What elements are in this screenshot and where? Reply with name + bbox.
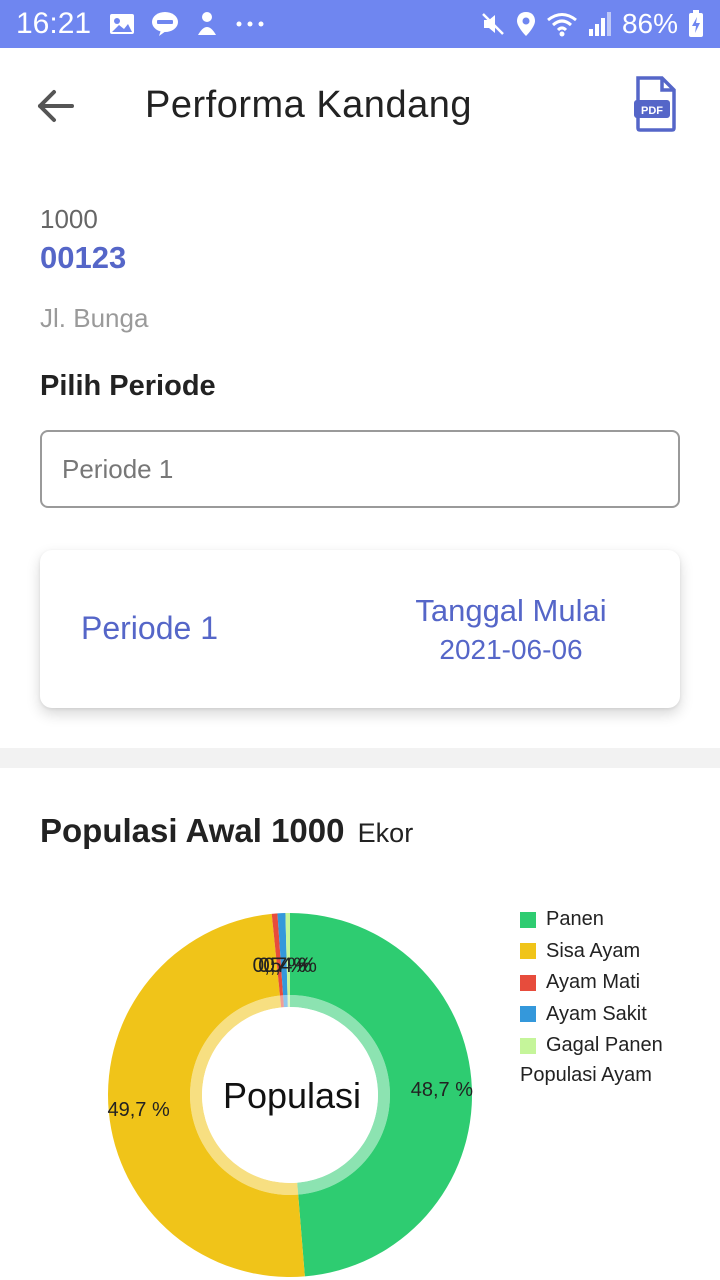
farm-id: 00123 (40, 240, 127, 275)
legend-item[interactable]: Panen (520, 904, 663, 936)
legend-swatch (520, 1037, 536, 1054)
population-count: 1000 (271, 812, 345, 849)
period-select[interactable]: Periode 1 (40, 430, 680, 508)
legend-label: Ayam Sakit (546, 1002, 647, 1025)
legend-label: Sisa Ayam (546, 939, 641, 962)
population-title-prefix: Populasi Awal (40, 812, 262, 849)
farm-code: 1000 (40, 204, 98, 234)
legend-item[interactable]: Ayam Mati (520, 967, 663, 999)
signal-icon (588, 12, 611, 36)
donut-center-label: Populasi (223, 1075, 361, 1116)
period-select-value: Periode 1 (62, 453, 174, 484)
status-right-icons: 86% (480, 8, 704, 40)
start-date-value: 2021-06-06 (439, 634, 583, 665)
legend-swatch (520, 1006, 536, 1023)
legend-label: Gagal Panen (546, 1034, 663, 1057)
wifi-icon (547, 13, 577, 37)
legend-label: Ayam Mati (546, 971, 641, 994)
legend-item[interactable]: Ayam Sakit (520, 999, 663, 1031)
legend-swatch (520, 974, 536, 991)
back-button[interactable] (30, 80, 82, 132)
pdf-file-icon: PDF (634, 76, 676, 132)
arrow-left-icon (38, 90, 74, 122)
period-card-name: Periode 1 (81, 610, 218, 646)
pie-value-label-panen: 48,7 % (411, 1079, 473, 1101)
status-bar: 16:21 86% (0, 0, 720, 48)
line-app-icon (152, 12, 179, 36)
status-time: 16:21 (16, 7, 92, 40)
farm-address: Jl. Bunga (40, 303, 149, 333)
page-title: Performa Kandang (145, 84, 472, 126)
legend-swatch (520, 911, 536, 928)
battery-icon (689, 10, 703, 37)
more-icon (236, 21, 264, 27)
section-divider (0, 748, 720, 768)
population-unit: Ekor (357, 818, 414, 848)
pie-slice-ring-gagal-panen (287, 995, 290, 1008)
period-select-label: Pilih Periode (40, 370, 216, 402)
export-pdf-button[interactable]: PDF (632, 76, 680, 132)
population-title: Populasi Awal 1000 Ekor (40, 812, 413, 850)
legend-swatch (520, 943, 536, 960)
image-icon (110, 14, 135, 34)
legend-label: Panen (546, 908, 604, 931)
start-date-label: Tanggal Mulai (415, 593, 607, 628)
legend-item[interactable]: Gagal Panen (520, 1030, 663, 1062)
chart-legend: Panen Sisa Ayam Ayam Mati Ayam Sakit Gagal P… (520, 904, 663, 1087)
period-card[interactable]: Periode 1 Tanggal Mulai 2021-06-06 (40, 550, 680, 708)
legend-title: Populasi Ayam (520, 1063, 652, 1086)
notification-icon (198, 12, 217, 35)
pie-value-label-gagal-panen: 0,4 % (263, 954, 317, 977)
location-icon (516, 12, 535, 36)
pdf-icon-label: PDF (641, 105, 663, 117)
pie-value-label-sisa-ayam: 49,7 % (107, 1099, 169, 1121)
pie-slice-ring-ayam-sakit (283, 995, 288, 1008)
battery-percent: 86% (621, 8, 678, 39)
app-header: Performa Kandang PDF (0, 48, 720, 168)
mute-icon (482, 13, 504, 35)
status-left-icons (109, 11, 265, 37)
legend-item[interactable]: Sisa Ayam (520, 936, 663, 968)
